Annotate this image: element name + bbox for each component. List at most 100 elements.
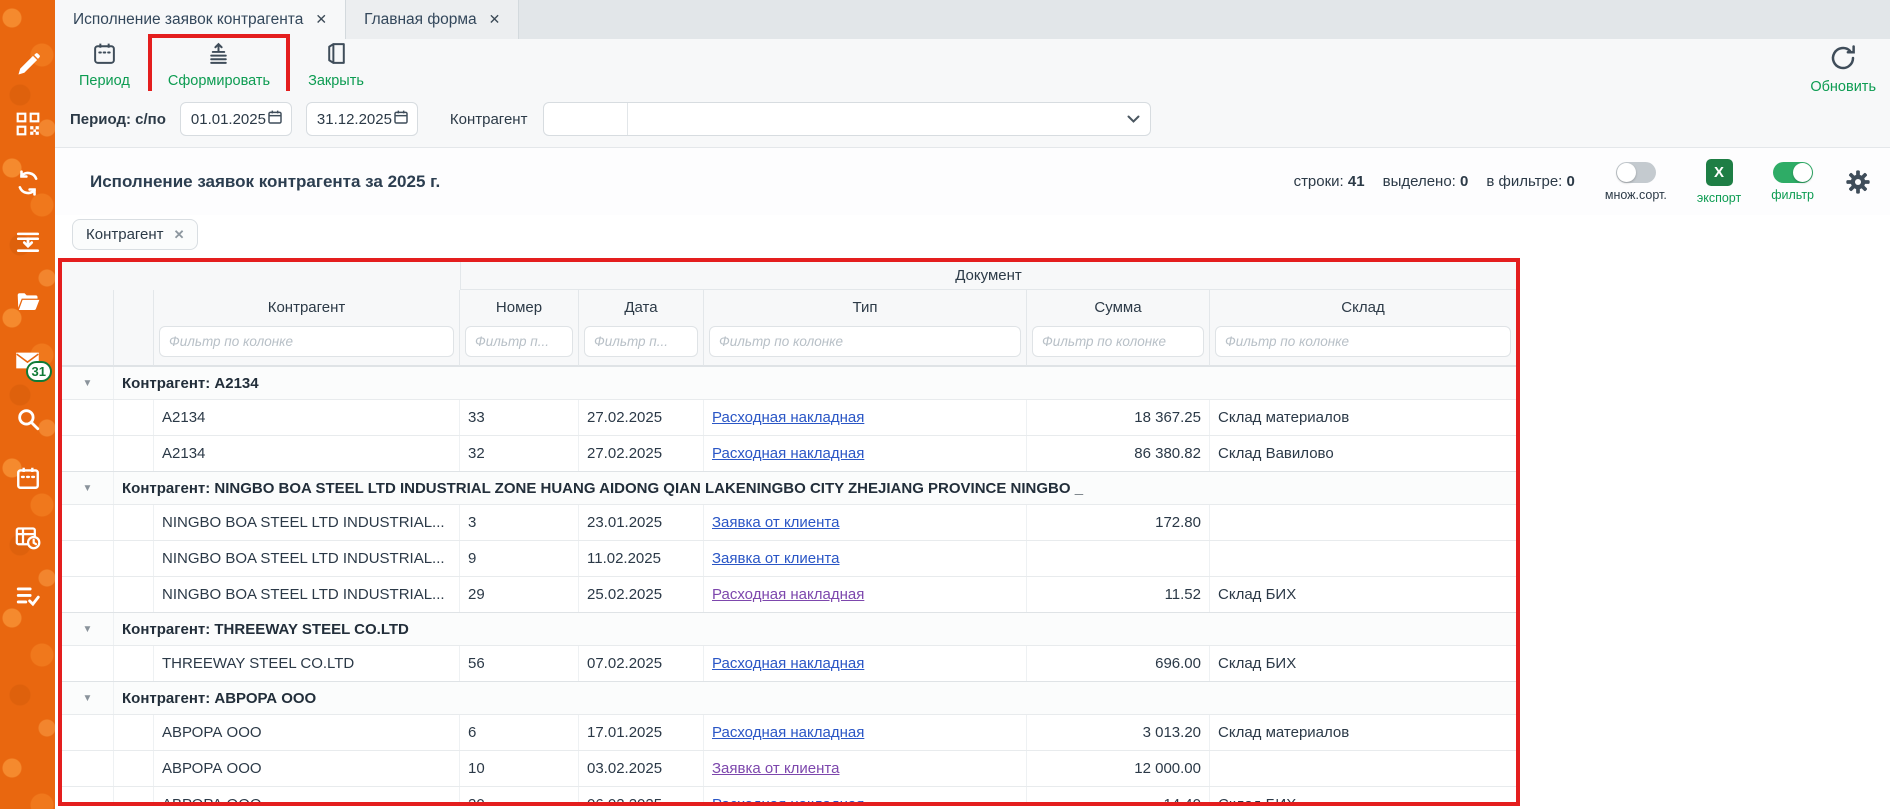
cell-doc-type: Расходная накладная <box>704 787 1027 806</box>
document-link[interactable]: Заявка от клиента <box>712 514 839 531</box>
collapse-triangle-icon[interactable]: ▼ <box>62 613 114 645</box>
filter-toggle-label: фильтр <box>1771 188 1814 202</box>
col-header-type[interactable]: Тип <box>704 290 1027 318</box>
col-header-counterparty[interactable]: Контрагент <box>154 290 460 318</box>
folder-icon[interactable] <box>13 286 43 316</box>
tab-main-form[interactable]: Главная форма ✕ <box>346 0 519 39</box>
group-label: Контрагент: NINGBO BOA STEEL LTD INDUSTR… <box>114 472 1516 504</box>
cell-number: 10 <box>460 751 579 786</box>
door-icon <box>324 41 349 71</box>
selected-count: 0 <box>1460 173 1468 190</box>
multisort-label: множ.сорт. <box>1605 188 1667 202</box>
generate-button-label: Сформировать <box>168 73 270 89</box>
column-filter-number[interactable] <box>465 326 573 357</box>
filter-bar: Период: с/по 01.01.2025 31.12.2025 Контр… <box>55 91 1890 148</box>
row-expander-cell <box>62 715 114 750</box>
cell-doc-type: Расходная накладная <box>704 436 1027 471</box>
row-blank-cell <box>114 787 154 806</box>
column-filter-type[interactable] <box>709 326 1021 357</box>
calendar-icon[interactable] <box>13 463 43 493</box>
document-link[interactable]: Расходная накладная <box>712 586 864 603</box>
document-link[interactable]: Расходная накладная <box>712 445 864 462</box>
filter-toggle[interactable] <box>1773 162 1813 183</box>
pencil-icon[interactable] <box>13 50 43 80</box>
column-filter-counterparty[interactable] <box>159 326 454 357</box>
generate-button[interactable]: Сформировать <box>158 39 280 91</box>
row-expander-cell <box>62 541 114 576</box>
refresh-button[interactable]: Обновить <box>1810 43 1876 95</box>
table-row[interactable]: A21343227.02.2025Расходная накладная86 3… <box>62 435 1516 471</box>
col-header-number[interactable]: Номер <box>460 290 579 318</box>
date-from-field[interactable]: 01.01.2025 <box>180 102 292 136</box>
collapse-triangle-icon[interactable]: ▼ <box>62 682 114 714</box>
collapse-triangle-icon[interactable]: ▼ <box>62 472 114 504</box>
row-blank-cell <box>114 436 154 471</box>
cell-amount: 3 013.20 <box>1027 715 1210 750</box>
row-expander-cell <box>62 505 114 540</box>
cell-doc-type: Заявка от клиента <box>704 541 1027 576</box>
collapse-triangle-icon[interactable]: ▼ <box>62 367 114 399</box>
column-filter-warehouse[interactable] <box>1215 326 1511 357</box>
in-filter-count: 0 <box>1567 173 1575 190</box>
tab-close-icon[interactable]: ✕ <box>489 11 501 28</box>
col-header-amount[interactable]: Сумма <box>1027 290 1210 318</box>
col-header-warehouse[interactable]: Склад <box>1210 290 1516 318</box>
counterparty-select[interactable] <box>543 102 1151 136</box>
excel-export-icon[interactable]: X <box>1706 159 1733 186</box>
cell-amount: 12 000.00 <box>1027 751 1210 786</box>
table-row[interactable]: A21343327.02.2025Расходная накладная18 3… <box>62 399 1516 435</box>
row-blank-cell <box>114 646 154 681</box>
counterparty-group-chip[interactable]: Контрагент ✕ <box>72 219 198 250</box>
report-table: Документ Контрагент Номер Дата Тип Сумма… <box>58 258 1520 806</box>
task-list-icon[interactable] <box>13 581 43 611</box>
cell-counterparty: АВРОРА ООО <box>154 715 460 750</box>
cell-amount: 172.80 <box>1027 505 1210 540</box>
document-link[interactable]: Заявка от клиента <box>712 760 839 777</box>
cell-number: 33 <box>460 400 579 435</box>
table-row[interactable]: NINGBO BOA STEEL LTD INDUSTRIAL...323.01… <box>62 504 1516 540</box>
cell-warehouse: Склад материалов <box>1210 715 1516 750</box>
rows-count: 41 <box>1348 173 1365 190</box>
gear-icon[interactable] <box>1844 168 1872 196</box>
sync-icon[interactable] <box>13 168 43 198</box>
cell-date: 03.02.2025 <box>579 751 704 786</box>
tab-close-icon[interactable]: ✕ <box>315 11 327 28</box>
multisort-toggle[interactable] <box>1616 162 1656 183</box>
close-button[interactable]: Закрыть <box>298 39 374 91</box>
chevron-down-icon[interactable] <box>1117 115 1150 124</box>
col-header-date[interactable]: Дата <box>579 290 704 318</box>
cell-doc-type: Расходная накладная <box>704 577 1027 612</box>
chip-close-icon[interactable]: ✕ <box>174 227 185 243</box>
cell-number: 56 <box>460 646 579 681</box>
period-button[interactable]: Период <box>69 39 140 91</box>
table-row[interactable]: АВРОРА ООО617.01.2025Расходная накладная… <box>62 714 1516 750</box>
group-row: ▼Контрагент: АВРОРА ООО <box>62 681 1516 714</box>
table-row[interactable]: THREEWAY STEEL CO.LTD5607.02.2025Расходн… <box>62 645 1516 681</box>
qr-code-icon[interactable] <box>13 109 43 139</box>
date-to-value: 31.12.2025 <box>317 111 392 128</box>
table-row[interactable]: NINGBO BOA STEEL LTD INDUSTRIAL...2925.0… <box>62 576 1516 612</box>
cell-warehouse: Склад БИХ <box>1210 646 1516 681</box>
table-row[interactable]: АВРОРА ООО2006.02.2025Расходная накладна… <box>62 786 1516 806</box>
group-row: ▼Контрагент: A2134 <box>62 366 1516 399</box>
table-stats: строки: 41 выделено: 0 в фильтре: 0 <box>1294 173 1575 190</box>
document-link[interactable]: Расходная накладная <box>712 796 864 806</box>
document-link[interactable]: Заявка от клиента <box>712 550 839 567</box>
table-row[interactable]: АВРОРА ООО1003.02.2025Заявка от клиента1… <box>62 750 1516 786</box>
column-filter-date[interactable] <box>584 326 698 357</box>
document-link[interactable]: Расходная накладная <box>712 724 864 741</box>
column-filter-amount[interactable] <box>1032 326 1204 357</box>
mail-icon[interactable]: 31 <box>13 345 43 375</box>
search-icon[interactable] <box>13 404 43 434</box>
document-link[interactable]: Расходная накладная <box>712 655 864 672</box>
report-schedule-icon[interactable] <box>13 522 43 552</box>
date-to-field[interactable]: 31.12.2025 <box>306 102 418 136</box>
cell-warehouse <box>1210 541 1516 576</box>
counterparty-code-input[interactable] <box>544 103 628 135</box>
cell-amount: 696.00 <box>1027 646 1210 681</box>
period-range-label: Период: с/по <box>70 111 166 128</box>
document-link[interactable]: Расходная накладная <box>712 409 864 426</box>
print-export-icon[interactable] <box>13 227 43 257</box>
table-row[interactable]: NINGBO BOA STEEL LTD INDUSTRIAL...911.02… <box>62 540 1516 576</box>
cell-warehouse: Склад Вавилово <box>1210 436 1516 471</box>
